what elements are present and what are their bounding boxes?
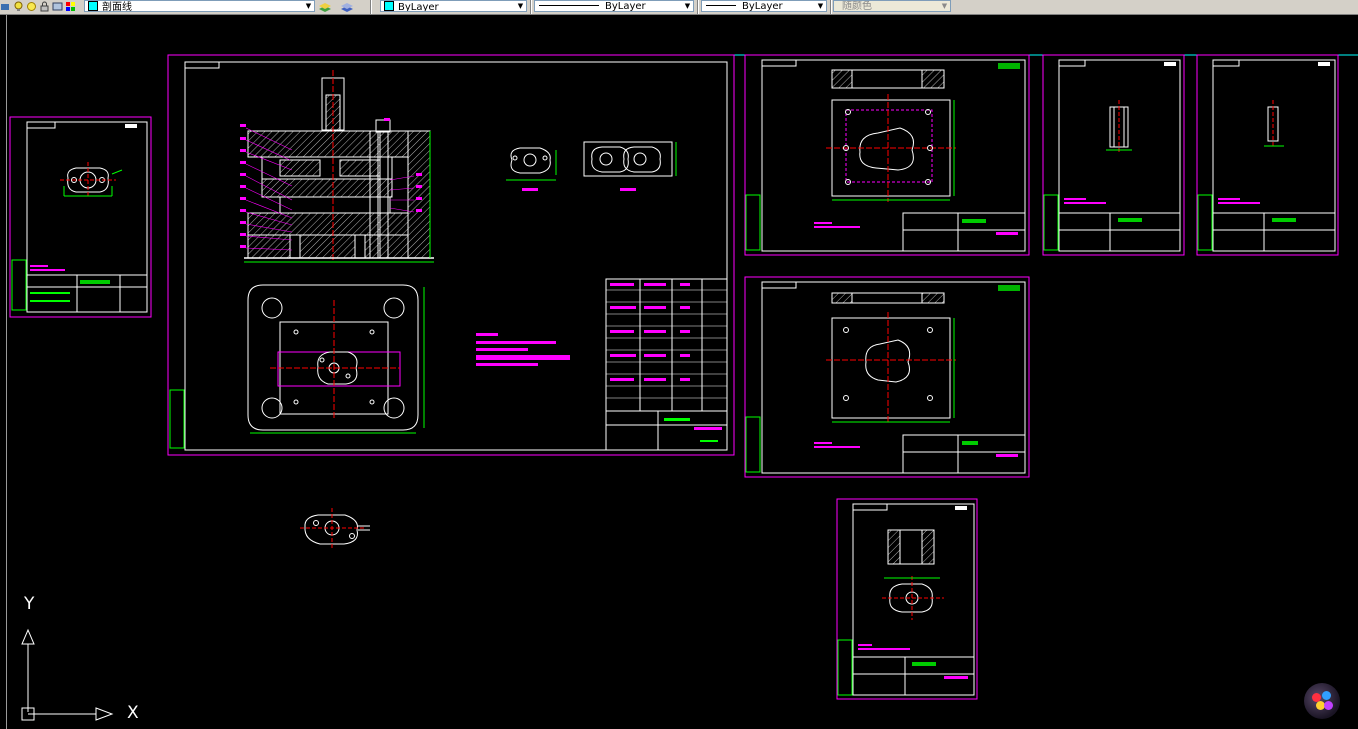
- layer-previous-icon[interactable]: [340, 1, 354, 12]
- toolbar-separator: [370, 0, 372, 14]
- drawing-sheet-part-1[interactable]: [9, 116, 152, 318]
- chevron-down-icon[interactable]: ▼: [303, 1, 314, 11]
- toolbar-separator: [697, 0, 699, 14]
- chevron-down-icon[interactable]: ▼: [515, 1, 526, 11]
- strip-layout-view[interactable]: [583, 141, 677, 191]
- lineweight-control-dropdown[interactable]: ByLayer ▼: [701, 0, 827, 12]
- properties-toolbar: 剖面线 ▼ ByLayer ▼ ByLayer ▼ ByLayer ▼ 随颜色 …: [0, 0, 1358, 15]
- lineweight-value: ByLayer: [742, 1, 783, 12]
- flange-part-view[interactable]: [60, 162, 123, 198]
- chevron-down-icon[interactable]: ▼: [815, 1, 826, 11]
- die-plan-view[interactable]: [247, 284, 425, 434]
- layer-color-swatch: [88, 1, 98, 11]
- loose-part-view[interactable]: [300, 508, 370, 548]
- lightbulb-icon[interactable]: [13, 1, 24, 12]
- toolbar-separator: [830, 0, 832, 14]
- drawing-sheet-die-plate[interactable]: [744, 54, 1030, 256]
- ucs-x-label: X: [127, 703, 139, 723]
- drawing-canvas[interactable]: [0, 15, 1358, 729]
- title-block: [11, 259, 148, 313]
- ucs-y-label: Y: [24, 594, 35, 614]
- layer-states-icon[interactable]: [0, 1, 11, 12]
- layer-dropdown[interactable]: 剖面线 ▼: [84, 0, 315, 12]
- toolbar-separator: [530, 0, 532, 14]
- drawing-sheet-assembly[interactable]: [167, 54, 735, 456]
- drawing-sheet-fixed-plate[interactable]: [836, 498, 978, 700]
- ucs-icon: [21, 628, 114, 721]
- linetype-preview: [539, 5, 599, 6]
- drawing-sheet-punch-a[interactable]: [1042, 54, 1185, 256]
- technical-notes: [476, 333, 570, 366]
- drawing-sheet-stripper[interactable]: [744, 276, 1030, 478]
- chevron-down-icon[interactable]: ▼: [682, 1, 693, 11]
- color-control-dropdown[interactable]: ByLayer ▼: [380, 0, 527, 12]
- plot-icon[interactable]: [52, 1, 63, 12]
- blank-part-view[interactable]: [506, 147, 557, 191]
- navigation-wheel-icon[interactable]: [1304, 683, 1340, 719]
- nav-dot-blue: [1322, 691, 1331, 700]
- parts-list-table: [605, 278, 728, 451]
- drawing-sheet-punch-b[interactable]: [1196, 54, 1339, 256]
- linetype-value: ByLayer: [605, 1, 646, 12]
- color-value: ByLayer: [398, 2, 439, 12]
- color-swatch: [384, 1, 394, 11]
- die-assembly-section[interactable]: [240, 70, 434, 263]
- sun-icon[interactable]: [26, 1, 37, 12]
- plotstyle-control-dropdown: 随颜色 ▼: [833, 0, 951, 12]
- lock-icon[interactable]: [39, 1, 50, 12]
- layer-color-icon[interactable]: [65, 1, 76, 12]
- layer-name: 剖面线: [102, 2, 132, 12]
- make-current-layer-icon[interactable]: [318, 1, 332, 12]
- lineweight-preview: [706, 5, 736, 6]
- chevron-down-icon: ▼: [941, 2, 948, 10]
- plotstyle-value: 随颜色: [842, 1, 872, 12]
- linetype-control-dropdown[interactable]: ByLayer ▼: [534, 0, 694, 12]
- nav-dot-purple: [1324, 701, 1333, 710]
